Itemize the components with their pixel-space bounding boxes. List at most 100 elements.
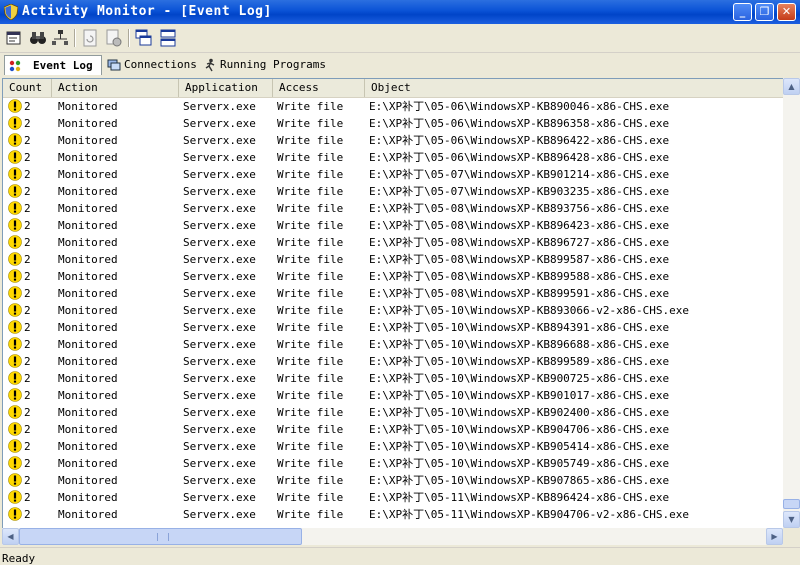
object-cell: E:\XP补丁\05-11\WindowsXP-KB896424-x86-CHS…: [369, 491, 670, 504]
vertical-scroll-thumb[interactable]: [783, 499, 800, 509]
column-header-action[interactable]: Action: [52, 79, 179, 97]
warning-icon: [8, 473, 22, 487]
table-row[interactable]: 2 Monitored Serverx.exe Write file E:\XP补丁\0…: [3, 387, 784, 404]
action-cell: Monitored: [58, 185, 118, 198]
doc-refresh-icon[interactable]: [80, 28, 100, 48]
doc-settings-icon[interactable]: [104, 28, 124, 48]
object-cell: E:\XP补丁\05-10\WindowsXP-KB893066-v2-x86-…: [369, 304, 690, 317]
application-cell: Serverx.exe: [183, 508, 256, 521]
access-cell: Write file: [277, 508, 344, 521]
table-row[interactable]: 2 Monitored Serverx.exe Write file E:\XP补丁\0…: [3, 166, 784, 183]
horizontal-scroll-thumb[interactable]: [19, 528, 302, 545]
close-button[interactable]: ✕: [777, 3, 796, 21]
action-cell: Monitored: [58, 440, 118, 453]
application-cell: Serverx.exe: [183, 185, 256, 198]
table-row[interactable]: 2 Monitored Serverx.exe Write file E:\XP补丁\0…: [3, 421, 784, 438]
count-cell: 2: [24, 491, 31, 504]
tab-label: Event Log: [33, 59, 93, 72]
horizontal-scrollbar[interactable]: ◀ ▶: [2, 528, 783, 545]
status-text: Ready: [2, 552, 36, 565]
title-bar[interactable]: Activity Monitor - [Event Log] _ ❐ ✕: [0, 0, 800, 24]
table-row[interactable]: 2 Monitored Serverx.exe Write file E:\XP补丁\0…: [3, 404, 784, 421]
minimize-button[interactable]: _: [733, 3, 752, 21]
count-cell: 2: [24, 134, 31, 147]
column-header-count[interactable]: Count: [3, 79, 52, 97]
table-row[interactable]: 2 Monitored Serverx.exe Write file E:\XP补丁\0…: [3, 149, 784, 166]
table-row[interactable]: 2 Monitored Serverx.exe Write file E:\XP补丁\0…: [3, 98, 784, 115]
object-cell: E:\XP补丁\05-06\WindowsXP-KB890046-x86-CHS…: [369, 100, 670, 113]
scroll-down-button[interactable]: ▼: [783, 511, 800, 528]
application-cell: Serverx.exe: [183, 168, 256, 181]
access-cell: Write file: [277, 406, 344, 419]
event-log-list[interactable]: Count Action Application Access Object 2…: [2, 78, 784, 530]
action-cell: Monitored: [58, 117, 118, 130]
tab-running-programs[interactable]: Running Programs: [200, 55, 330, 75]
cascade-windows-icon[interactable]: [134, 28, 154, 48]
scroll-up-button[interactable]: ▲: [783, 78, 800, 95]
column-header-access[interactable]: Access: [273, 79, 365, 97]
table-row[interactable]: 2 Monitored Serverx.exe Write file E:\XP补丁\0…: [3, 472, 784, 489]
table-row[interactable]: 2 Monitored Serverx.exe Write file E:\XP补丁\0…: [3, 285, 784, 302]
access-cell: Write file: [277, 202, 344, 215]
toolbar-separator: [74, 29, 76, 47]
table-row[interactable]: 2 Monitored Serverx.exe Write file E:\XP补丁\0…: [3, 268, 784, 285]
warning-icon: [8, 456, 22, 470]
action-cell: Monitored: [58, 304, 118, 317]
count-cell: 2: [24, 151, 31, 164]
application-cell: Serverx.exe: [183, 338, 256, 351]
warning-icon: [8, 99, 22, 113]
table-row[interactable]: 2 Monitored Serverx.exe Write file E:\XP补丁\0…: [3, 200, 784, 217]
vertical-scrollbar[interactable]: ▲ ▼: [783, 78, 800, 528]
properties-icon[interactable]: [4, 28, 24, 48]
column-header-application[interactable]: Application: [179, 79, 273, 97]
warning-icon: [8, 354, 22, 368]
network-icon[interactable]: [50, 28, 70, 48]
application-cell: Serverx.exe: [183, 321, 256, 334]
tile-windows-icon[interactable]: [158, 28, 178, 48]
table-row[interactable]: 2 Monitored Serverx.exe Write file E:\XP补丁\0…: [3, 217, 784, 234]
tab-connections[interactable]: Connections: [104, 55, 200, 75]
warning-icon: [8, 252, 22, 266]
toolbar: [0, 24, 800, 53]
tab-event-log[interactable]: Event Log: [4, 55, 102, 75]
binoculars-icon[interactable]: [28, 28, 48, 48]
action-cell: Monitored: [58, 423, 118, 436]
action-cell: Monitored: [58, 134, 118, 147]
table-row[interactable]: 2 Monitored Serverx.exe Write file E:\XP补丁\0…: [3, 319, 784, 336]
warning-icon: [8, 184, 22, 198]
object-cell: E:\XP补丁\05-06\WindowsXP-KB896428-x86-CHS…: [369, 151, 670, 164]
action-cell: Monitored: [58, 100, 118, 113]
warning-icon: [8, 201, 22, 215]
table-row[interactable]: 2 Monitored Serverx.exe Write file E:\XP补丁\0…: [3, 455, 784, 472]
application-cell: Serverx.exe: [183, 270, 256, 283]
table-row[interactable]: 2 Monitored Serverx.exe Write file E:\XP补丁\0…: [3, 353, 784, 370]
table-row[interactable]: 2 Monitored Serverx.exe Write file E:\XP补丁\0…: [3, 438, 784, 455]
table-row[interactable]: 2 Monitored Serverx.exe Write file E:\XP补丁\0…: [3, 183, 784, 200]
count-cell: 2: [24, 355, 31, 368]
table-row[interactable]: 2 Monitored Serverx.exe Write file E:\XP补丁\0…: [3, 115, 784, 132]
table-row[interactable]: 2 Monitored Serverx.exe Write file E:\XP补丁\0…: [3, 251, 784, 268]
action-cell: Monitored: [58, 457, 118, 470]
action-cell: Monitored: [58, 406, 118, 419]
count-cell: 2: [24, 185, 31, 198]
scroll-left-button[interactable]: ◀: [2, 528, 19, 545]
access-cell: Write file: [277, 440, 344, 453]
table-row[interactable]: 2 Monitored Serverx.exe Write file E:\XP补丁\0…: [3, 234, 784, 251]
table-row[interactable]: 2 Monitored Serverx.exe Write file E:\XP补丁\0…: [3, 506, 784, 523]
warning-icon: [8, 422, 22, 436]
column-header-object[interactable]: Object: [365, 79, 784, 97]
application-cell: Serverx.exe: [183, 440, 256, 453]
restore-button[interactable]: ❐: [755, 3, 774, 21]
table-row[interactable]: 2 Monitored Serverx.exe Write file E:\XP补丁\0…: [3, 302, 784, 319]
action-cell: Monitored: [58, 491, 118, 504]
table-row[interactable]: 2 Monitored Serverx.exe Write file E:\XP补丁\0…: [3, 132, 784, 149]
table-row[interactable]: 2 Monitored Serverx.exe Write file E:\XP补丁\0…: [3, 370, 784, 387]
table-row[interactable]: 2 Monitored Serverx.exe Write file E:\XP补丁\0…: [3, 489, 784, 506]
access-cell: Write file: [277, 304, 344, 317]
scroll-right-button[interactable]: ▶: [766, 528, 783, 545]
access-cell: Write file: [277, 474, 344, 487]
table-row[interactable]: 2 Monitored Serverx.exe Write file E:\XP补丁\0…: [3, 336, 784, 353]
action-cell: Monitored: [58, 321, 118, 334]
event-log-icon: [9, 60, 21, 72]
application-cell: Serverx.exe: [183, 253, 256, 266]
